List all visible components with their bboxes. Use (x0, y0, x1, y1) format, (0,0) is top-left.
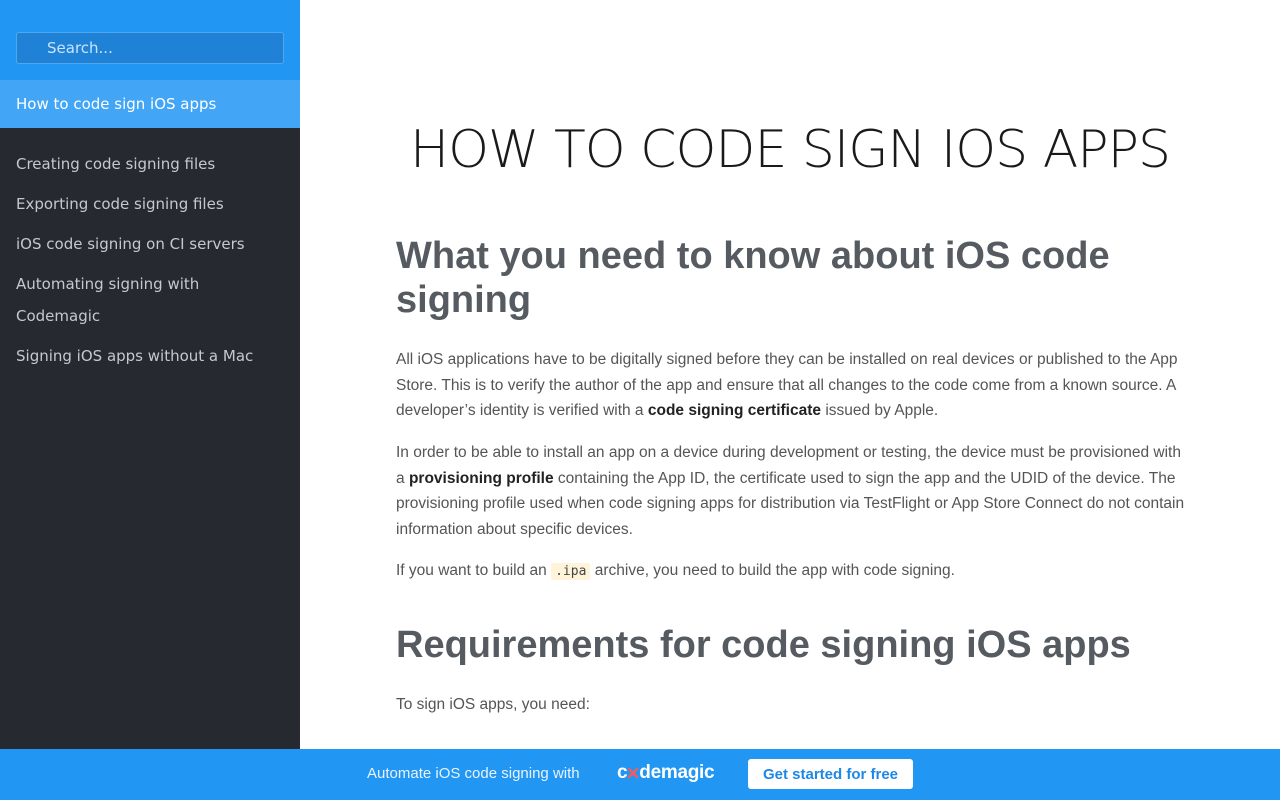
search-box[interactable] (16, 32, 284, 64)
sidebar-header (0, 0, 300, 80)
sidebar-item-automating-signing-with-codemagic[interactable]: Automating signing with Codemagic (0, 264, 300, 336)
logo-letter: c (617, 762, 628, 783)
paragraph: All iOS applications have to be digitall… (396, 347, 1186, 424)
sidebar-item-ios-code-signing-on-ci-servers[interactable]: iOS code signing on CI servers (0, 224, 300, 264)
search-input[interactable] (47, 33, 277, 63)
sidebar-item-exporting-code-signing-files[interactable]: Exporting code signing files (0, 184, 300, 224)
bold-term-code-signing-certificate: code signing certificate (647, 402, 822, 420)
sidebar-item-how-to-code-sign-ios-apps[interactable]: How to code sign iOS apps (0, 80, 300, 128)
bold-term-provisioning-profile: provisioning profile (408, 469, 554, 487)
sidebar-item-signing-ios-apps-without-a-mac[interactable]: Signing iOS apps without a Mac (0, 336, 300, 376)
paragraph-text: archive, you need to build the app with … (590, 562, 955, 579)
paragraph: If you want to build an .ipa archive, yo… (396, 558, 1186, 585)
inline-code-ipa: .ipa (551, 563, 591, 580)
paragraph: In order to be able to install an app on… (396, 440, 1186, 543)
main-content: HOW TO CODE SIGN IOS APPS What you need … (300, 0, 1280, 749)
banner-text: Automate iOS code signing with (367, 765, 580, 782)
codemagic-logo-icon (628, 767, 639, 779)
search-icon (26, 41, 40, 55)
sidebar: How to code sign iOS apps Creating code … (0, 0, 300, 800)
section-heading-what-you-need-to-know: What you need to know about iOS code sig… (396, 235, 1110, 321)
page-title: HOW TO CODE SIGN IOS APPS (409, 120, 1171, 180)
paragraph-text: issued by Apple. (821, 402, 939, 420)
get-started-button[interactable]: Get started for free (748, 759, 913, 789)
sidebar-toc: Creating code signing files Exporting co… (0, 144, 300, 376)
bottom-banner: Automate iOS code signing with c demagic … (0, 749, 1280, 800)
sidebar-item-creating-code-signing-files[interactable]: Creating code signing files (0, 144, 300, 184)
codemagic-logo[interactable]: c demagic (617, 762, 715, 784)
section-heading-requirements: Requirements for code signing iOS apps (396, 624, 1131, 666)
paragraph-text: If you want to build an (396, 562, 552, 579)
logo-wordmark: demagic (639, 762, 715, 783)
paragraph: To sign iOS apps, you need: (396, 696, 590, 713)
